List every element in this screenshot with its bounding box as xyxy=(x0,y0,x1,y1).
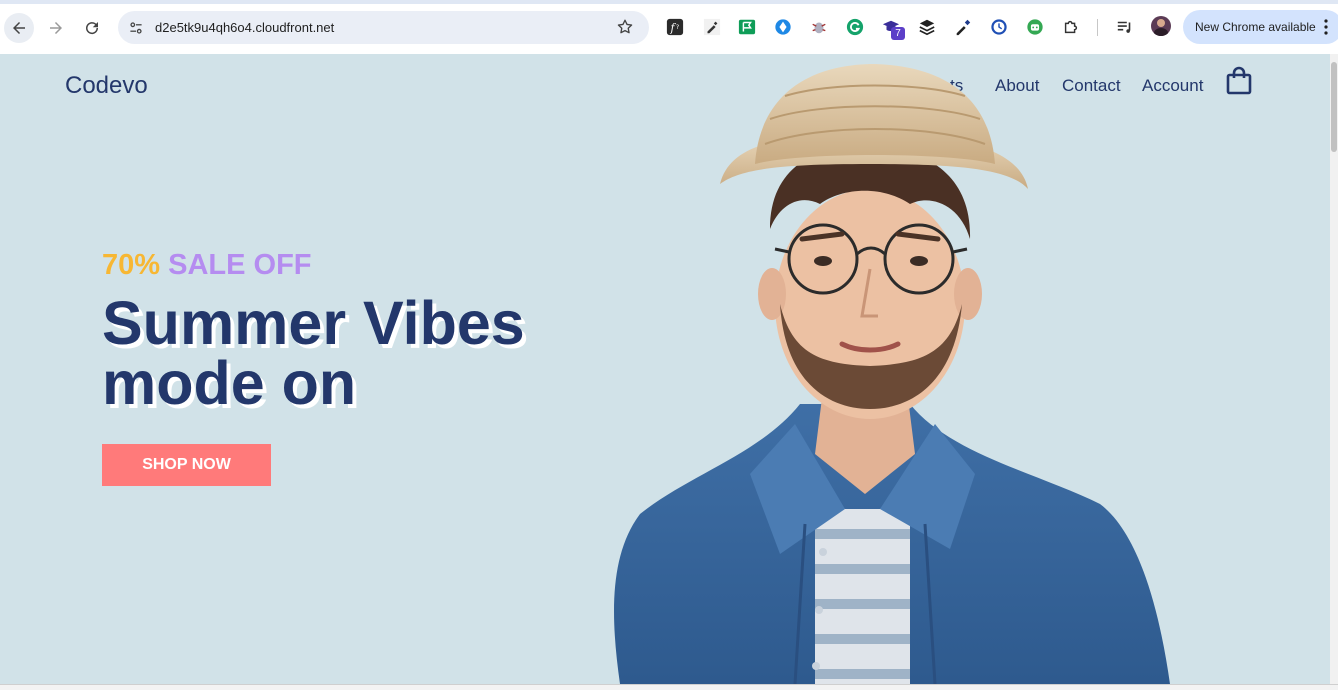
headline-line-2: mode on xyxy=(102,349,357,417)
grammarly-icon[interactable] xyxy=(845,17,865,37)
clock-extension-icon[interactable] xyxy=(989,17,1009,37)
reload-icon xyxy=(86,22,99,35)
chrome-update-button[interactable]: New Chrome available xyxy=(1183,10,1338,44)
profile-avatar[interactable] xyxy=(1151,16,1171,36)
sale-percent: 70% xyxy=(102,249,161,281)
formula-icon[interactable]: f? xyxy=(665,17,685,37)
arrow-right-icon xyxy=(50,22,62,34)
shopping-bag-icon[interactable] xyxy=(1225,66,1253,96)
svg-text:?: ? xyxy=(676,24,679,31)
shop-now-button[interactable]: SHOP NOW xyxy=(102,444,271,486)
forward-button[interactable] xyxy=(41,13,71,43)
update-label: New Chrome available xyxy=(1195,20,1316,34)
bug-extension-icon[interactable] xyxy=(809,17,829,37)
address-bar[interactable]: d2e5tk9u4qh6o4.cloudfront.net xyxy=(118,11,649,44)
puzzle-icon[interactable] xyxy=(1061,17,1081,37)
robot-extension-icon[interactable] xyxy=(1025,17,1045,37)
toolbar-separator xyxy=(1097,19,1098,36)
color-picker-icon[interactable] xyxy=(953,17,973,37)
layers-icon[interactable] xyxy=(917,17,937,37)
back-button[interactable] xyxy=(4,13,34,43)
eyedropper-icon[interactable] xyxy=(702,17,722,37)
url-text[interactable]: d2e5tk9u4qh6o4.cloudfront.net xyxy=(155,20,334,35)
sale-tagline: 70% SALE OFF xyxy=(102,249,312,282)
tab-strip-edge xyxy=(0,0,1338,4)
flag-extension-icon[interactable] xyxy=(737,17,757,37)
scrollbar-thumb[interactable] xyxy=(1331,62,1337,152)
arrow-left-icon xyxy=(13,22,25,34)
hero-headline: Summer Vibes mode on xyxy=(102,289,602,417)
sale-text: SALE OFF xyxy=(168,249,312,281)
browser-toolbar: d2e5tk9u4qh6o4.cloudfront.net f? 7 New C… xyxy=(0,0,1338,54)
media-control-icon[interactable] xyxy=(1115,17,1135,37)
site-logo[interactable]: Codevo xyxy=(65,72,148,100)
reload-button[interactable] xyxy=(77,13,107,43)
bookmark-star-icon[interactable] xyxy=(615,17,635,37)
diamond-extension-icon[interactable] xyxy=(773,17,793,37)
site-info-icon[interactable] xyxy=(126,18,146,38)
hero-section: Codevo ts About Contact Account 70% SALE… xyxy=(0,54,1330,684)
kebab-menu-icon[interactable] xyxy=(1321,18,1331,36)
page-scrollbar[interactable] xyxy=(1330,54,1338,684)
status-strip xyxy=(0,684,1338,690)
extension-badge: 7 xyxy=(891,27,905,40)
hero-model-image xyxy=(614,64,1170,684)
headline-line-1: Summer Vibes xyxy=(102,289,525,357)
